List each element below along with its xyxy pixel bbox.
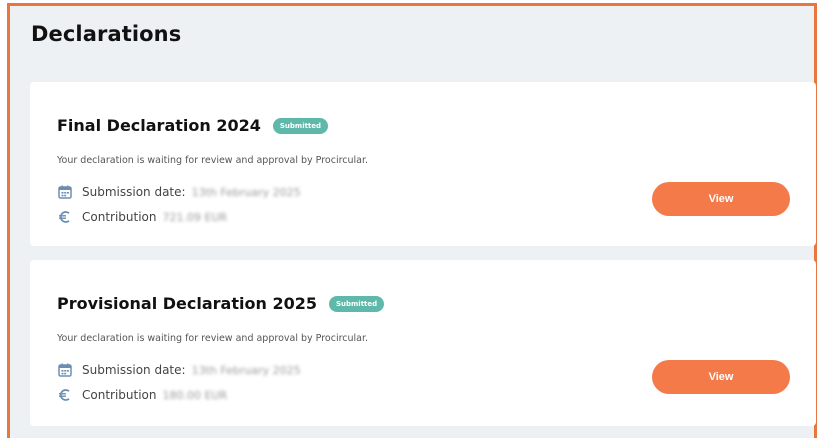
euro-icon [57,387,73,403]
card-description: Your declaration is waiting for review a… [57,333,369,344]
status-badge: Submitted [272,117,329,134]
app-frame: Declarations Final Declaration 2024 Subm… [0,0,817,438]
contribution-label: Contribution [82,210,157,224]
calendar-icon [57,362,73,378]
view-button[interactable]: View [652,360,790,394]
contribution-row: Contribution 721.09 EUR [57,209,227,225]
submission-date-value: 13th February 2025 [191,363,301,377]
declarations-panel: Declarations Final Declaration 2024 Subm… [10,6,816,438]
card-title: Final Declaration 2024 [57,116,261,135]
euro-icon [57,209,73,225]
status-badge: Submitted [328,295,385,312]
submission-date-value: 13th February 2025 [191,185,301,199]
page-title: Declarations [31,22,182,46]
card-title: Provisional Declaration 2025 [57,294,317,313]
declaration-card: Provisional Declaration 2025 Submitted Y… [30,260,816,426]
submission-date-row: Submission date: 13th February 2025 [57,184,301,200]
submission-date-row: Submission date: 13th February 2025 [57,362,301,378]
contribution-row: Contribution 180.00 EUR [57,387,227,403]
submission-date-label: Submission date: [82,363,186,377]
card-description: Your declaration is waiting for review a… [57,155,369,166]
card-title-row: Final Declaration 2024 Submitted [57,116,329,135]
declaration-card: Final Declaration 2024 Submitted Your de… [30,82,816,246]
card-title-row: Provisional Declaration 2025 Submitted [57,294,385,313]
calendar-icon [57,184,73,200]
contribution-value: 721.09 EUR [162,210,228,224]
contribution-value: 180.00 EUR [162,388,228,402]
contribution-label: Contribution [82,388,157,402]
submission-date-label: Submission date: [82,185,186,199]
view-button[interactable]: View [652,182,790,216]
